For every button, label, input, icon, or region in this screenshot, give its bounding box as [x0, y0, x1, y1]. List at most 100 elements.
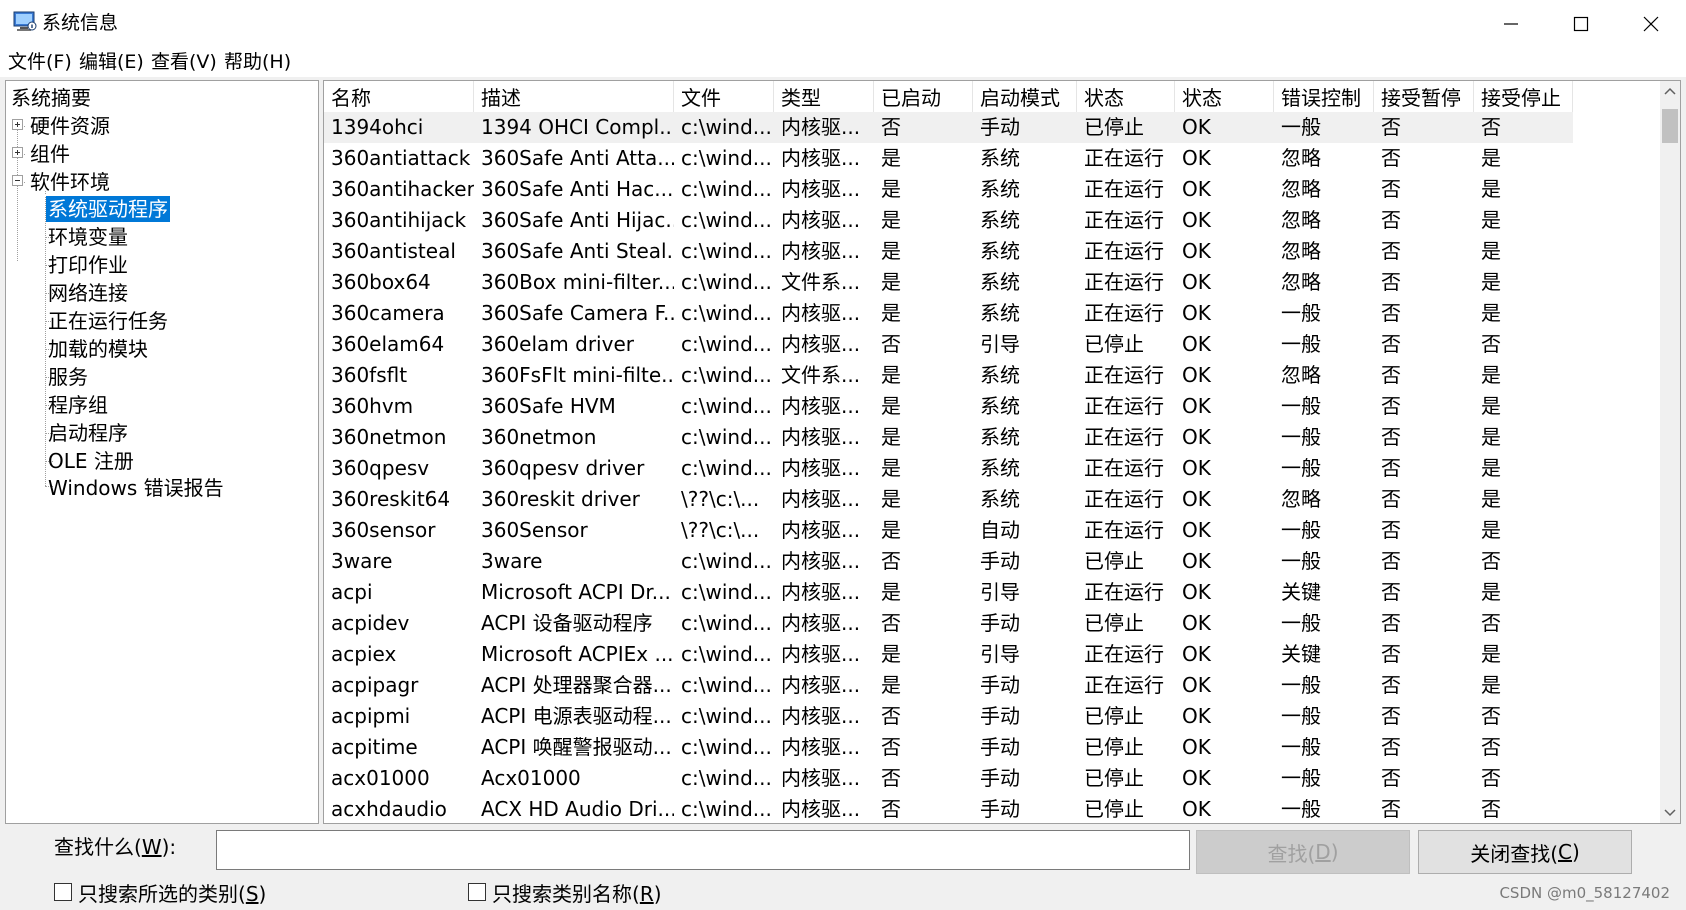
tree-node-ole[interactable]: OLE 注册 — [48, 448, 134, 474]
search-category-names-checkbox[interactable]: 只搜索类别名称(R) — [468, 879, 662, 906]
col-header-error-control[interactable]: 错误控制 — [1274, 81, 1374, 115]
col-header-name[interactable]: 名称 — [324, 81, 474, 115]
table-row[interactable]: acpiex Microsoft ACPIEx ... c:\wind... 内核驱.… — [324, 639, 1573, 670]
table-row[interactable]: 360antihacker 360Safe Anti Hac... c:\wind.… — [324, 174, 1573, 205]
collapse-minus-icon[interactable] — [12, 175, 23, 186]
scroll-thumb[interactable] — [1662, 109, 1678, 143]
col-header-file[interactable]: 文件 — [674, 81, 774, 115]
table-row[interactable]: acpidev ACPI 设备驱动程序 c:\wind... 内核驱... 否 手动 已停止… — [324, 608, 1573, 639]
table-row[interactable]: acpitime ACPI 唤醒警报驱动... c:\wind... 内核驱... 否 手… — [324, 732, 1573, 763]
menu-edit[interactable]: 编辑(E) — [79, 48, 144, 76]
table-row[interactable]: acpipagr ACPI 处理器聚合器... c:\wind... 内核驱... 是 手… — [324, 670, 1573, 701]
cell-accept-pause: 否 — [1381, 208, 1401, 232]
table-row[interactable]: 360hvm 360Safe HVM c:\wind... 内核驱... 是 系统 正在运行… — [324, 391, 1573, 422]
table-row[interactable]: acpipmi ACPI 电源表驱动程... c:\wind... 内核驱... 否 手动… — [324, 701, 1573, 732]
table-row[interactable]: 360qpesv 360qpesv driver c:\wind... 内核驱... 是… — [324, 453, 1573, 484]
close-button[interactable] — [1616, 0, 1686, 47]
cell-file: c:\wind... — [681, 115, 772, 139]
tree-node-software[interactable]: 软件环境 — [30, 169, 110, 195]
cell-accept-pause: 否 — [1381, 766, 1401, 790]
table-row[interactable]: acx01000 Acx01000 c:\wind... 内核驱... 否 手动 已停止 OK… — [324, 763, 1573, 794]
cell-status: OK — [1182, 766, 1211, 790]
cell-file: c:\wind... — [681, 456, 772, 480]
col-header-desc[interactable]: 描述 — [474, 81, 674, 115]
scroll-up-button[interactable] — [1660, 81, 1680, 101]
col-header-status[interactable]: 状态 — [1175, 81, 1274, 115]
table-row[interactable]: acxhdaudio ACX HD Audio Dri... c:\wind... 内… — [324, 794, 1573, 823]
tree-node-startup[interactable]: 启动程序 — [48, 420, 128, 446]
table-row[interactable]: 360netmon 360netmon c:\wind... 内核驱... 是 系统 正在运… — [324, 422, 1573, 453]
maximize-button[interactable] — [1546, 0, 1616, 47]
col-header-accept-stop[interactable]: 接受停止 — [1474, 81, 1573, 115]
tree-node-hardware[interactable]: 硬件资源 — [30, 113, 110, 139]
table-row[interactable]: 360sensor 360Sensor \??\c:\... 内核驱... 是 自动 正在运… — [324, 515, 1573, 546]
tree-node-summary[interactable]: 系统摘要 — [11, 85, 91, 111]
tree-node-env-vars[interactable]: 环境变量 — [48, 224, 128, 250]
scroll-down-button[interactable] — [1660, 803, 1680, 823]
cell-started: 是 — [881, 301, 901, 325]
cell-accept-stop: 是 — [1481, 394, 1501, 418]
table-row[interactable]: 360box64 360Box mini-filter... c:\wind... 文… — [324, 267, 1573, 298]
tree-node-system-drivers[interactable]: 系统驱动程序 — [45, 195, 171, 223]
table-row[interactable]: 1394ohci 1394 OHCI Compl... c:\wind... 内核驱.… — [324, 112, 1573, 143]
search-selected-category-checkbox[interactable]: 只搜索所选的类别(S) — [54, 879, 266, 906]
cell-name: 360fsflt — [331, 363, 408, 387]
table-row[interactable]: 360antisteal 360Safe Anti Steal... c:\wind… — [324, 236, 1573, 267]
vertical-scrollbar[interactable] — [1660, 81, 1680, 823]
cell-start-mode: 系统 — [980, 456, 1020, 480]
cell-state: 正在运行 — [1084, 394, 1164, 418]
cell-error-control: 忽略 — [1281, 363, 1321, 387]
cell-status: OK — [1182, 487, 1211, 511]
cell-accept-pause: 否 — [1381, 487, 1401, 511]
cell-desc: 360Safe Anti Atta... — [481, 146, 674, 170]
minimize-icon — [1504, 22, 1518, 25]
cell-name: 360sensor — [331, 518, 436, 542]
col-header-type[interactable]: 类型 — [774, 81, 874, 115]
menu-help[interactable]: 帮助(H) — [224, 48, 291, 76]
tree-node-loaded-modules[interactable]: 加载的模块 — [48, 336, 148, 362]
cell-state: 已停止 — [1084, 735, 1144, 759]
driver-list[interactable]: 名称 描述 文件 类型 已启动 启动模式 状态 状态 错误控制 接受暂停 接受停… — [323, 80, 1681, 824]
tree-node-network[interactable]: 网络连接 — [48, 280, 128, 306]
tree-node-components[interactable]: 组件 — [30, 141, 70, 167]
table-row[interactable]: 360reskit64 360reskit driver \??\c:\... 内核驱… — [324, 484, 1573, 515]
menu-view[interactable]: 查看(V) — [151, 48, 217, 76]
cell-accept-stop: 是 — [1481, 456, 1501, 480]
col-header-start-mode[interactable]: 启动模式 — [973, 81, 1077, 115]
checkbox-box[interactable] — [468, 883, 486, 901]
cell-type: 内核驱... — [781, 611, 861, 635]
tree-node-wer[interactable]: Windows 错误报告 — [48, 475, 224, 501]
cell-accept-stop: 否 — [1481, 549, 1501, 573]
cell-name: acpitime — [331, 735, 418, 759]
cell-accept-stop: 是 — [1481, 580, 1501, 604]
table-row[interactable]: 360camera 360Safe Camera F... c:\wind... 内核… — [324, 298, 1573, 329]
menu-file[interactable]: 文件(F) — [8, 48, 72, 76]
close-find-button[interactable]: 关闭查找(C) — [1418, 830, 1632, 874]
col-header-accept-pause[interactable]: 接受暂停 — [1374, 81, 1474, 115]
table-row[interactable]: acpi Microsoft ACPI Dr... c:\wind... 内核驱...… — [324, 577, 1573, 608]
table-row[interactable]: 3ware 3ware c:\wind... 内核驱... 否 手动 已停止 OK 一般 否 否 — [324, 546, 1573, 577]
cell-start-mode: 手动 — [980, 797, 1020, 821]
table-row[interactable]: 360antihijack 360Safe Anti Hijac... c:\win… — [324, 205, 1573, 236]
cell-started: 是 — [881, 177, 901, 201]
table-row[interactable]: 360antiattack 360Safe Anti Atta... c:\wind… — [324, 143, 1573, 174]
tree-node-program-groups[interactable]: 程序组 — [48, 392, 108, 418]
find-input[interactable] — [216, 830, 1190, 870]
table-row[interactable]: 360elam64 360elam driver c:\wind... 内核驱... 否… — [324, 329, 1573, 360]
col-header-state[interactable]: 状态 — [1077, 81, 1175, 115]
cell-status: OK — [1182, 580, 1211, 604]
tree-node-print-jobs[interactable]: 打印作业 — [48, 252, 128, 278]
table-row[interactable]: 360fsflt 360FsFlt mini-filte... c:\wind...… — [324, 360, 1573, 391]
tree-node-services[interactable]: 服务 — [48, 364, 88, 390]
expand-plus-icon[interactable] — [12, 119, 23, 130]
cell-start-mode: 引导 — [980, 332, 1020, 356]
checkbox-box[interactable] — [54, 883, 72, 901]
category-tree[interactable]: 系统摘要 硬件资源 组件 软件环境 系统驱动程序 环境变量 打印作业 网络连接 … — [5, 80, 319, 824]
find-button[interactable]: 查找(D) — [1196, 830, 1410, 874]
minimize-button[interactable] — [1476, 0, 1546, 47]
cell-file: c:\wind... — [681, 332, 772, 356]
cell-started: 是 — [881, 394, 901, 418]
col-header-started[interactable]: 已启动 — [874, 81, 973, 115]
expand-plus-icon[interactable] — [12, 147, 23, 158]
tree-node-running-tasks[interactable]: 正在运行任务 — [48, 308, 168, 334]
